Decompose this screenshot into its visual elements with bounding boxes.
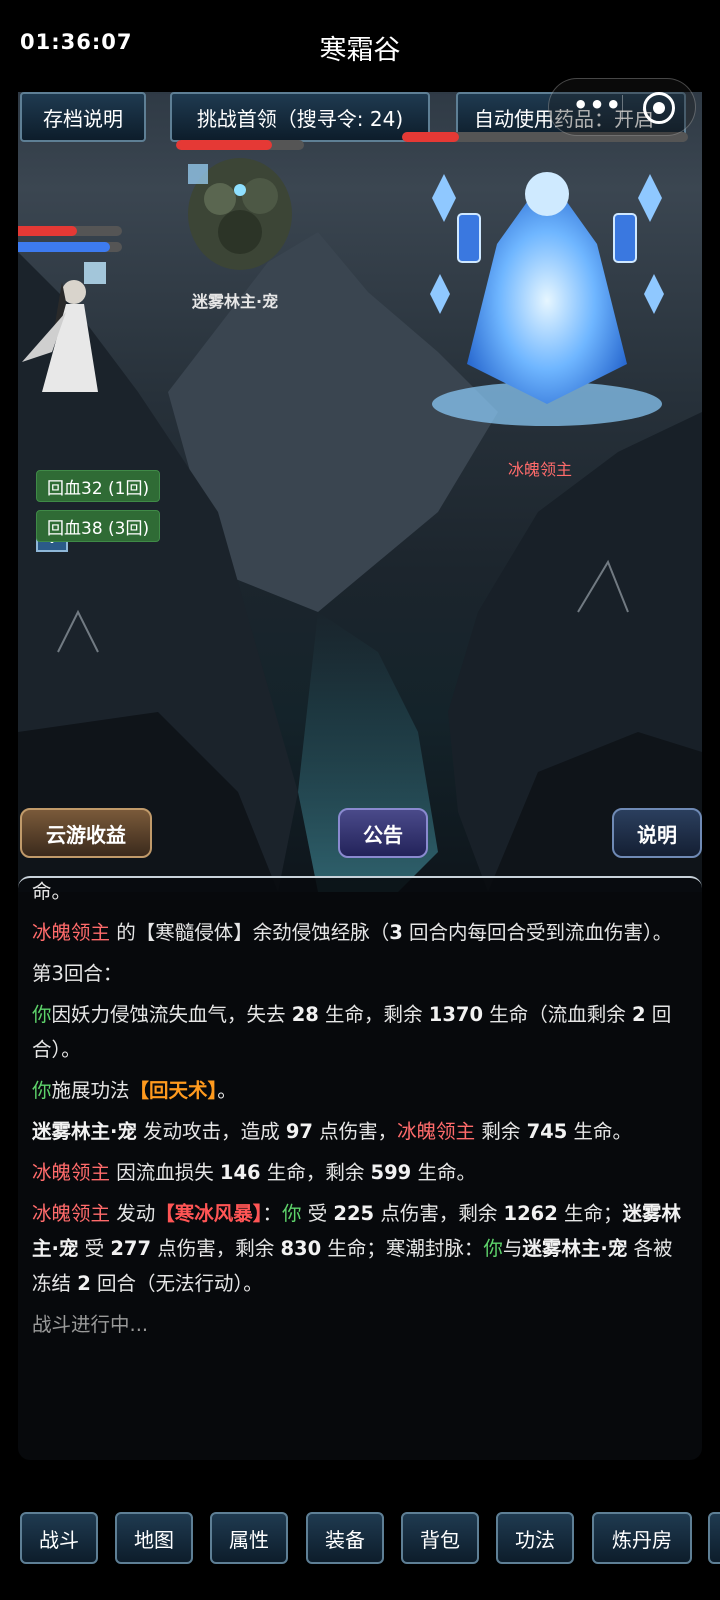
close-miniprogram-icon[interactable] [643,92,675,124]
nav-battle[interactable]: 战斗 [20,1512,98,1564]
nav-bag[interactable]: 背包 [401,1512,479,1564]
boss-sprite [430,172,664,426]
log-line: 迷雾林主·宠 发动攻击，造成 97 点伤害，冰魄领主 剩余 745 生命。 [32,1120,633,1143]
boss-hp-fill [402,132,460,142]
player-sprite [22,262,106,392]
capsule-divider [622,95,623,121]
buff-regen-2: 回血38 (3回) [36,510,161,542]
nav-equipment[interactable]: 装备 [306,1512,384,1564]
nav-techniques[interactable]: 功法 [496,1512,574,1564]
log-line: 你因妖力侵蚀流失血气，失去 28 生命，剩余 1370 生命（流血剩余 2 回合… [32,1003,672,1061]
player-hp-fill [18,226,78,236]
miniprogram-capsule[interactable]: ••• [548,78,696,136]
save-info-button[interactable]: 存档说明 [20,92,146,142]
nav-map[interactable]: 地图 [115,1512,193,1564]
log-line: 冰魄领主 发动【寒冰风暴】：你 受 225 点伤害，剩余 1262 生命；迷雾林… [32,1202,682,1295]
player-hp-bar [18,226,122,236]
battle-status: 战斗进行中... [32,1313,149,1336]
combat-log[interactable]: 命。 冰魄领主 的【寒髓侵体】余劲侵蚀经脉（3 回合内每回合受到流血伤害）。 第… [18,876,702,1460]
pet-name: 迷雾林主·宠 [192,292,279,311]
more-menu-icon[interactable]: ••• [573,91,622,119]
nav-alchemy[interactable]: 炼丹房 [592,1512,692,1564]
challenge-boss-button[interactable]: 挑战首领（搜寻令: 24) [170,92,430,142]
buff-regen-1: 回血32 (1回) [36,470,161,502]
nav-attributes[interactable]: 属性 [210,1512,288,1564]
pet-sprite [188,158,292,270]
cloud-income-button[interactable]: 云游收益 [20,808,152,858]
bottom-nav: 战斗 地图 属性 装备 背包 功法 炼丹房 [0,1512,720,1568]
log-line: 命。 [32,880,72,903]
player-mp-fill [18,242,111,252]
log-line: 你施展功法【回天术】。 [32,1079,237,1102]
notice-button[interactable]: 公告 [338,808,428,858]
explain-button[interactable]: 说明 [612,808,702,858]
player-mp-bar [18,242,122,252]
log-line: 冰魄领主 因流血损失 146 生命，剩余 599 生命。 [32,1161,476,1184]
log-line: 冰魄领主 的【寒髓侵体】余劲侵蚀经脉（3 回合内每回合受到流血伤害）。 [32,921,673,944]
log-round-header: 第3回合： [32,962,123,985]
nav-more-partial[interactable] [708,1512,720,1564]
boss-name: 冰魄领主 [508,460,573,479]
battle-scene: 存档说明 挑战首领（搜寻令: 24) 自动使用药品：开启 迷雾林主·宠 + 回血… [18,92,702,892]
page-title: 寒霜谷 [319,35,401,66]
